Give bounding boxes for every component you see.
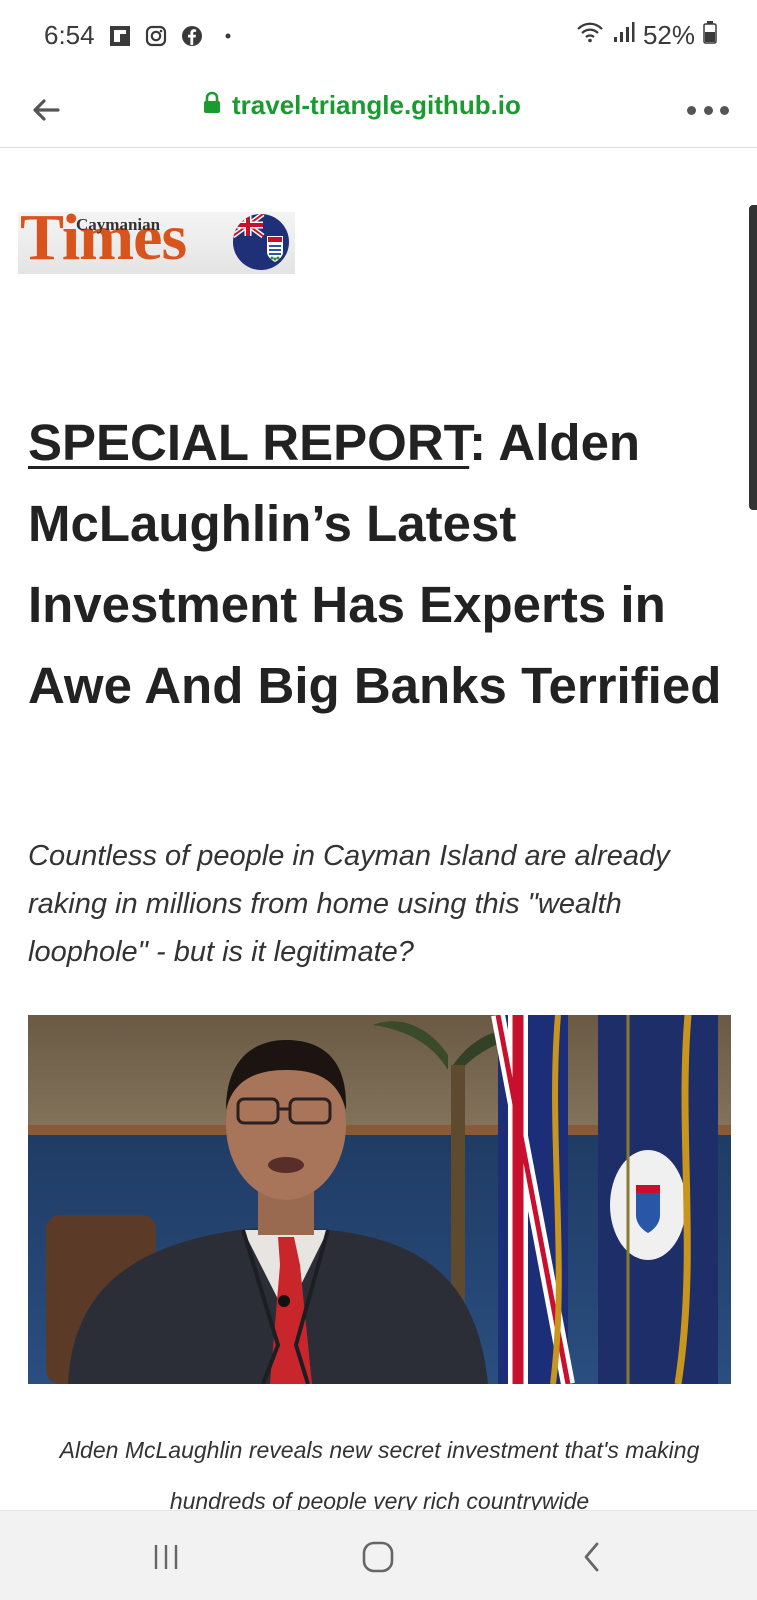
- caymanian-times-logo[interactable]: Times Caymanian: [18, 201, 295, 274]
- facebook-icon: [180, 24, 204, 48]
- home-icon[interactable]: [358, 1539, 398, 1575]
- flipboard-icon: [108, 24, 132, 48]
- status-bar: 6:54 52%: [0, 0, 757, 72]
- status-right-group: 52%: [575, 20, 717, 51]
- battery-percent: 52%: [642, 20, 695, 50]
- logo-caymanian-text: Caymanian: [76, 215, 161, 234]
- article-headline: SPECIAL REPORT: Alden McLaughlin’s Lates…: [28, 402, 728, 726]
- menu-dot: [687, 105, 696, 115]
- wifi-icon: [575, 20, 605, 51]
- instagram-icon: [144, 24, 168, 48]
- status-notification-icons: [108, 24, 240, 48]
- url-field[interactable]: travel-triangle.github.io: [202, 90, 521, 121]
- recent-apps-icon[interactable]: [146, 1539, 186, 1575]
- page-scrollbar[interactable]: [749, 205, 757, 510]
- url-text: travel-triangle.github.io: [232, 90, 521, 120]
- system-navigation-bar: [0, 1510, 757, 1600]
- signal-icon: [613, 20, 635, 51]
- back-arrow-icon[interactable]: [28, 92, 64, 128]
- menu-dot: [703, 105, 713, 115]
- lock-icon: [202, 91, 222, 120]
- special-report-label: SPECIAL REPORT: [28, 414, 470, 471]
- battery-icon: [703, 20, 717, 51]
- article-subheading: Countless of people in Cayman Island are…: [28, 840, 670, 968]
- menu-dot: [720, 105, 729, 115]
- logo-times-text: Times: [20, 201, 187, 274]
- article-photo: [28, 1015, 731, 1384]
- article-photo-illustration: [28, 1015, 731, 1384]
- cayman-flag-icon: [231, 212, 291, 272]
- browser-address-bar: travel-triangle.github.io: [0, 72, 757, 148]
- more-options-icon[interactable]: [687, 94, 729, 126]
- status-time: 6:54: [44, 20, 95, 50]
- notification-dot-icon: [216, 24, 240, 48]
- back-icon[interactable]: [572, 1539, 612, 1575]
